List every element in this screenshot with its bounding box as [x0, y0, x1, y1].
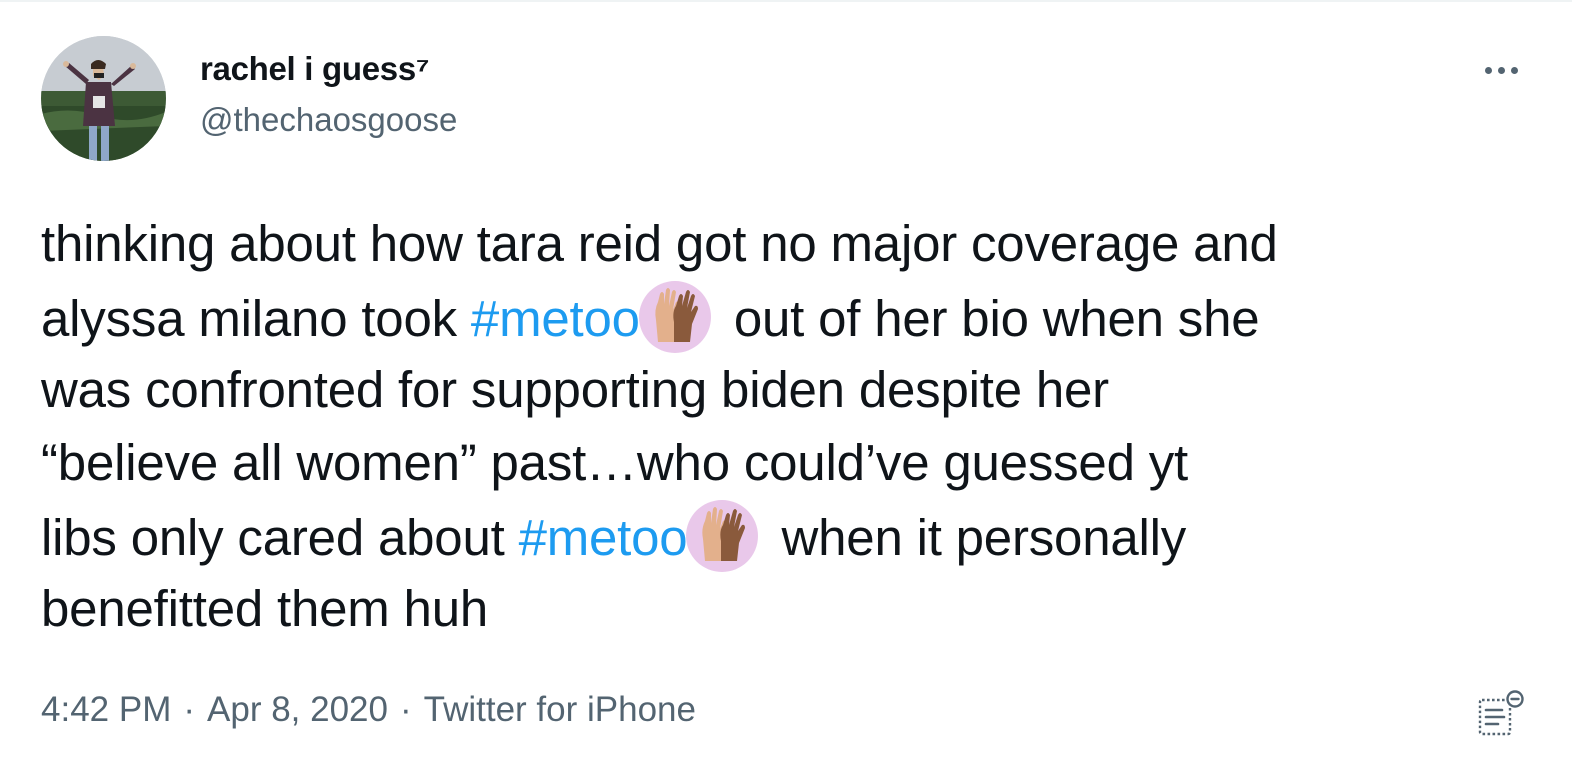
raised-hands-hashflag-icon	[638, 280, 712, 354]
tweet-source-link[interactable]: Twitter for iPhone	[424, 690, 696, 729]
hashtag-link[interactable]: #metoo	[471, 290, 640, 347]
avatar[interactable]	[41, 36, 166, 161]
display-name[interactable]: rachel i guess⁷	[200, 50, 430, 88]
tweet-text-segment: was confronted for supporting biden desp…	[41, 361, 1109, 418]
hashtag-link[interactable]: #metoo	[519, 509, 688, 566]
top-divider	[0, 0, 1572, 2]
more-horizontal-icon	[1484, 66, 1492, 74]
tweet-text-segment: “believe all women” past…who could’ve gu…	[41, 434, 1188, 491]
more-horizontal-icon	[1510, 66, 1518, 74]
tweet-text-segment: when it personally	[781, 509, 1187, 566]
more-options-button[interactable]	[1476, 56, 1526, 84]
tweet-time-link[interactable]: 4:42 PM	[41, 690, 171, 729]
tweet-text-segment: thinking about how tara reid got no majo…	[41, 215, 1278, 272]
view-analytics-icon	[1478, 690, 1524, 736]
username-handle[interactable]: @thechaosgoose	[200, 101, 457, 139]
tweet-text-line: was confronted for supporting biden desp…	[41, 353, 1541, 426]
tweet-text: thinking about how tara reid got no majo…	[41, 207, 1541, 645]
tweet-text-line: “believe all women” past…who could’ve gu…	[41, 426, 1541, 499]
tweet-text-line: alyssa milano took #metoo out of her bio …	[41, 280, 1541, 353]
more-horizontal-icon	[1497, 66, 1505, 74]
tweet-text-line: benefitted them huh	[41, 572, 1541, 645]
meta-separator: ·	[183, 690, 196, 729]
tweet-text-line: libs only cared about #metoo when it pers…	[41, 499, 1541, 572]
tweet-text-segment: libs only cared about	[41, 509, 519, 566]
tweet-text-segment: out of her bio when she	[733, 290, 1260, 347]
view-analytics-button[interactable]	[1476, 688, 1526, 738]
tweet-text-segment: alyssa milano took	[41, 290, 471, 347]
profile-photo	[41, 36, 166, 161]
tweet-text-segment: benefitted them huh	[41, 580, 489, 637]
meta-separator: ·	[399, 690, 412, 729]
tweet-meta: 4:42 PM · Apr 8, 2020 · Twitter for iPhone	[41, 690, 696, 730]
tweet-text-line: thinking about how tara reid got no majo…	[41, 207, 1541, 280]
tweet-date-link[interactable]: Apr 8, 2020	[207, 690, 388, 729]
raised-hands-hashflag-icon	[685, 499, 759, 573]
